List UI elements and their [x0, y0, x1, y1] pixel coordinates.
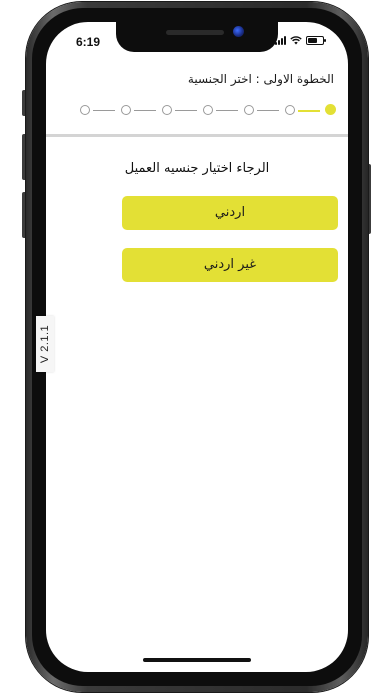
step-connector [216, 110, 238, 111]
step-dot-1-current [325, 104, 336, 115]
nationality-prompt: الرجاء اختيار جنسيه العميل [124, 161, 270, 176]
step-dot-5 [162, 105, 172, 115]
step-connector [175, 110, 197, 111]
step-connector [134, 110, 156, 111]
speaker-grille [166, 30, 224, 35]
home-indicator[interactable] [143, 658, 251, 662]
non-jordanian-button[interactable]: غير اردني [122, 248, 338, 282]
step-dot-7 [80, 105, 90, 115]
step-dot-2 [285, 105, 295, 115]
step-connector [93, 110, 115, 111]
battery-icon [306, 36, 326, 45]
step-dot-3 [244, 105, 254, 115]
version-label: V 2.1.1 [39, 324, 51, 364]
status-time: 6:19 [76, 35, 101, 49]
jordanian-button[interactable]: اردني [122, 196, 338, 230]
phone-screen: 6:19 الخطوة الاولى: اختر الجنسية الرجاء… [46, 22, 348, 672]
page-title: الخطوة الاولى : اختر الجنسية [187, 72, 334, 86]
status-icons [275, 36, 326, 45]
step-dot-4 [203, 105, 213, 115]
phone-bezel: 6:19 الخطوة الاولى: اختر الجنسية الرجاء… [32, 8, 362, 686]
version-tab: V 2.1.1 [36, 316, 54, 372]
wifi-icon [290, 36, 302, 45]
notch [116, 22, 278, 52]
front-camera-icon [233, 26, 244, 37]
step-connector [257, 110, 279, 111]
progress-stepper [46, 102, 348, 118]
step-dot-6 [121, 105, 131, 115]
device-mockup: 6:19 الخطوة الاولى: اختر الجنسية الرجاء… [0, 0, 392, 696]
header-divider [46, 134, 348, 137]
phone-frame: 6:19 الخطوة الاولى: اختر الجنسية الرجاء… [26, 2, 368, 692]
step-connector-active [298, 110, 320, 112]
